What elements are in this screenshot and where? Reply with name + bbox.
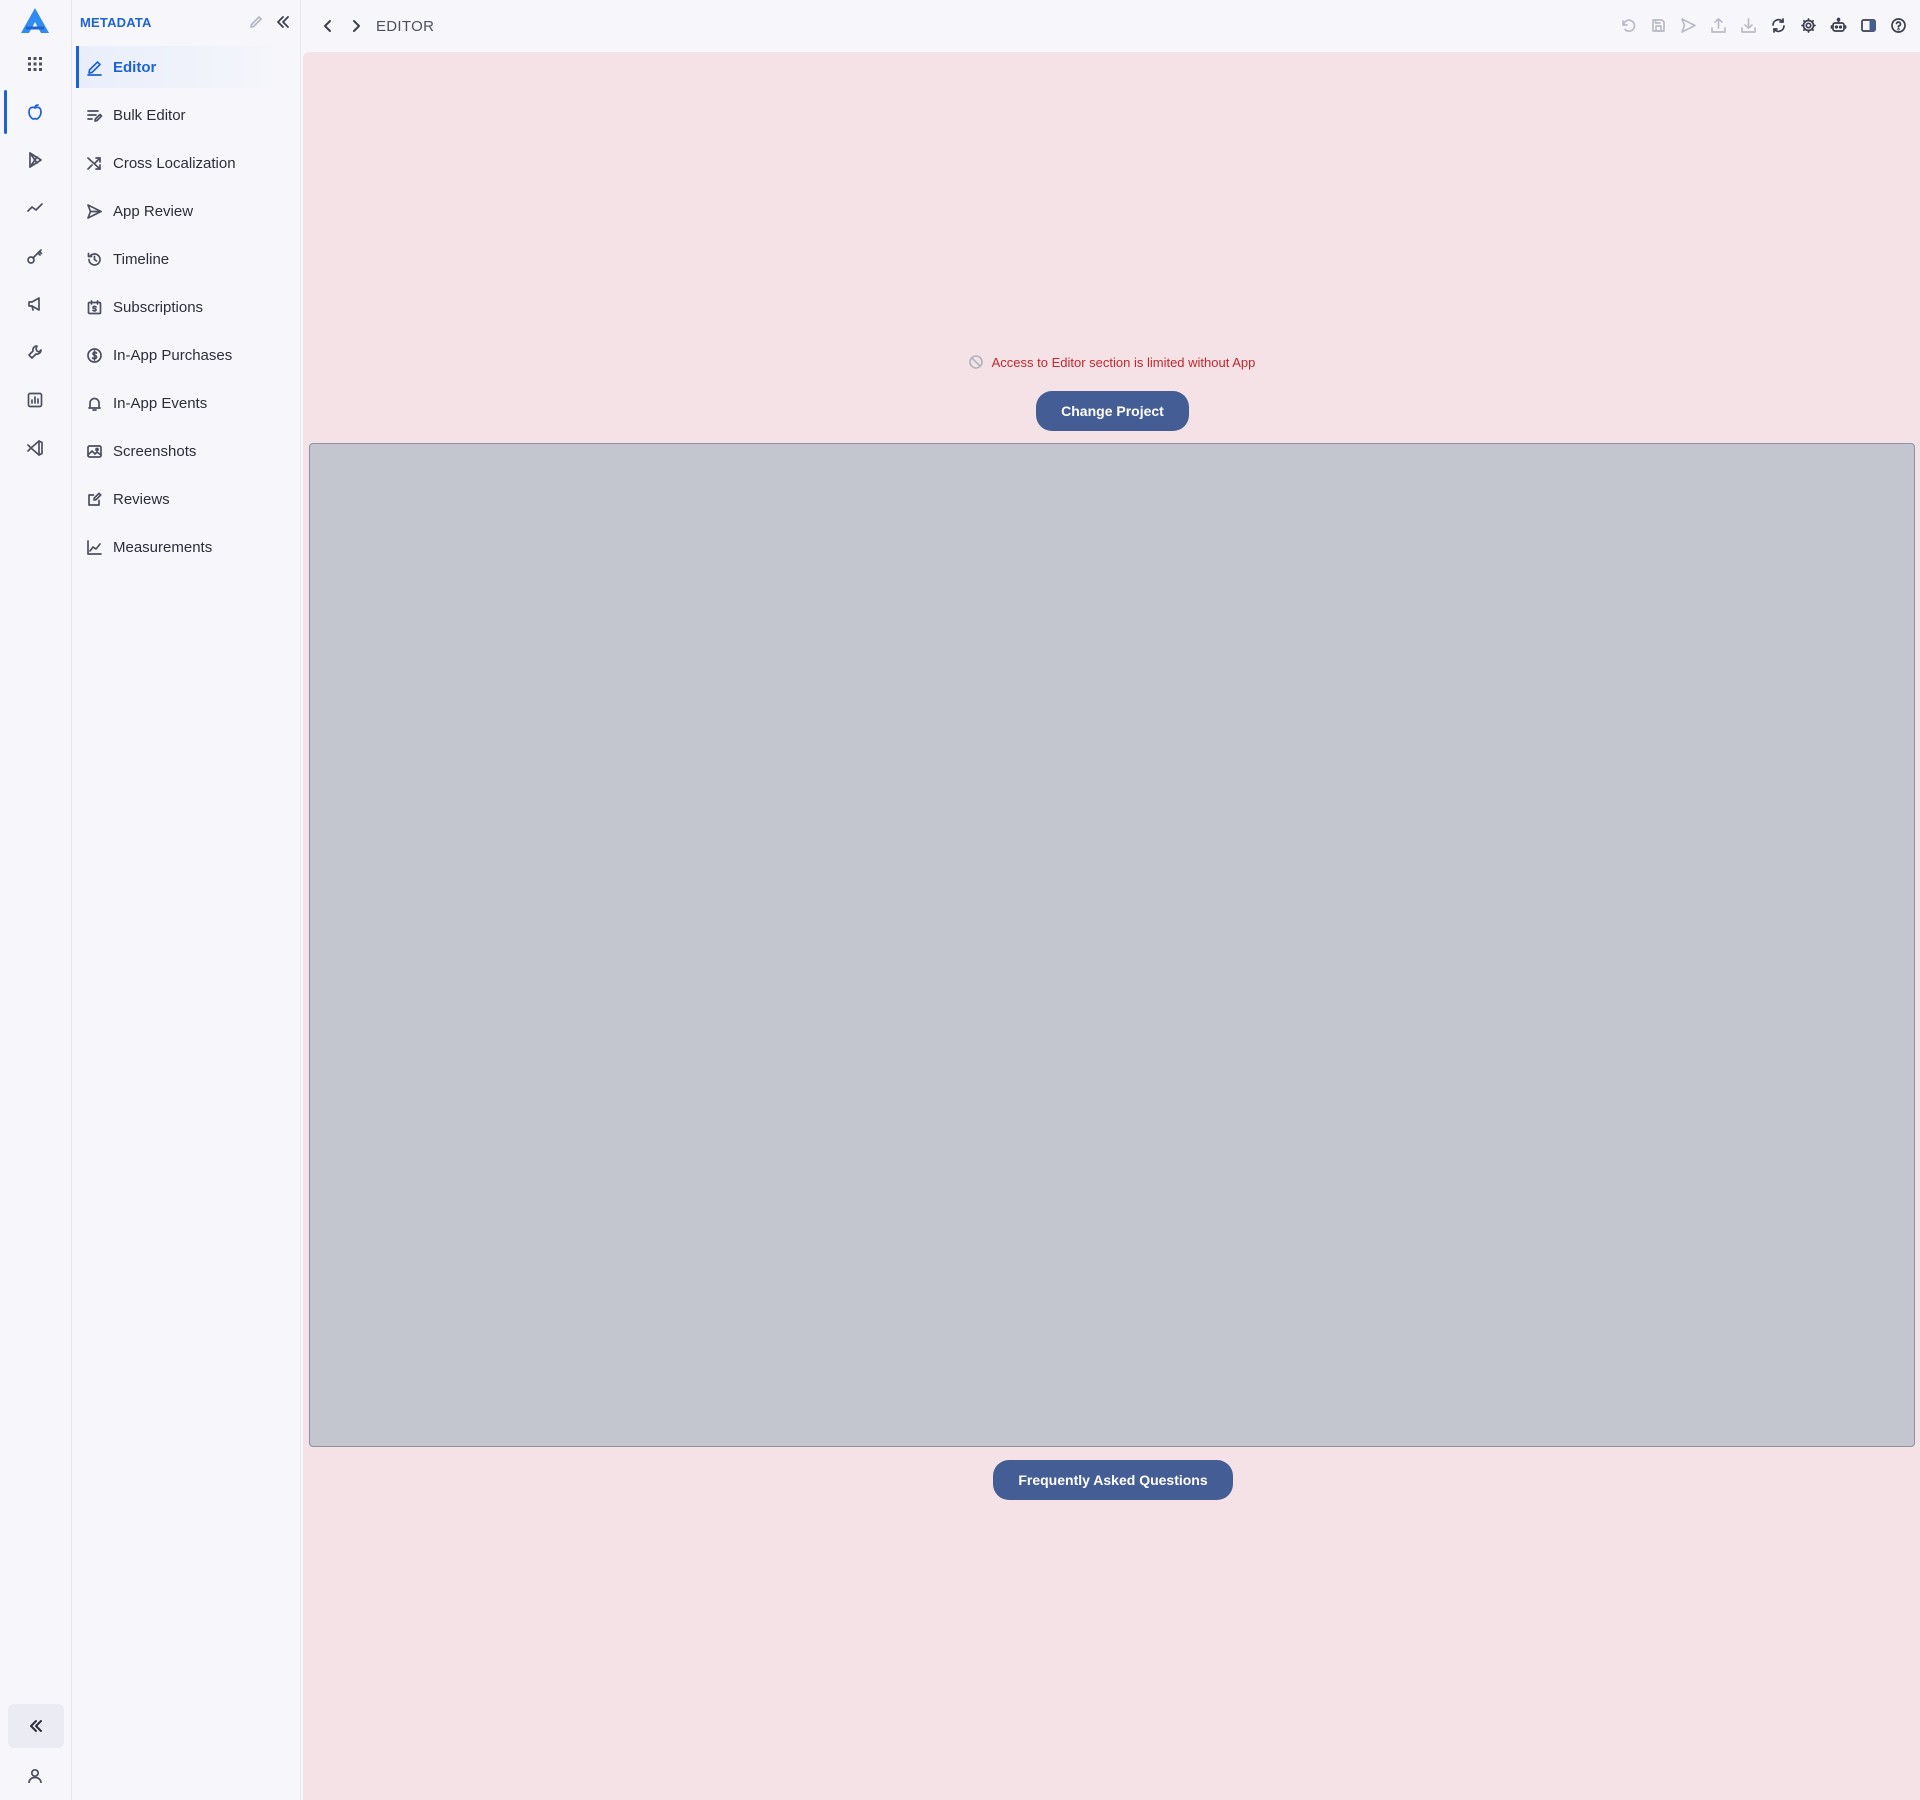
upload-icon[interactable] (1708, 13, 1728, 37)
double-chevron-left-icon (30, 1720, 42, 1732)
sidebar-item-subscriptions[interactable]: Subscriptions (76, 286, 296, 328)
sidebar-item-editor[interactable]: Editor (76, 46, 296, 88)
trend-icon[interactable] (6, 186, 64, 230)
sidebar-nav: Editor Bulk Editor Cross Localization Ap… (76, 46, 296, 574)
robot-icon[interactable] (1828, 13, 1848, 37)
sidebar-item-in-app-events[interactable]: In-App Events (76, 382, 296, 424)
send-icon (86, 203, 103, 220)
back-chevron-icon[interactable] (314, 12, 342, 40)
sidebar-item-label: Screenshots (113, 442, 197, 460)
apps-grid-icon[interactable] (6, 42, 64, 86)
google-play-icon[interactable] (6, 138, 64, 182)
collapse-sidebar-icon[interactable] (274, 13, 292, 31)
sidebar-item-measurements[interactable]: Measurements (76, 526, 296, 568)
app-rail (0, 0, 72, 1800)
sidebar-item-label: In-App Events (113, 394, 208, 412)
vscode-icon[interactable] (6, 426, 64, 470)
breadcrumb: EDITOR (376, 17, 435, 35)
sync-icon[interactable] (1768, 13, 1788, 37)
sidebar-item-label: Editor (113, 58, 157, 76)
faq-button[interactable]: Frequently Asked Questions (993, 1460, 1233, 1500)
access-notice: Access to Editor section is limited with… (303, 354, 1920, 370)
undo-icon[interactable] (1618, 13, 1638, 37)
video-placeholder[interactable] (309, 443, 1915, 1447)
forward-chevron-icon[interactable] (342, 12, 370, 40)
sidebar-item-label: Timeline (113, 250, 170, 268)
toolbar (1618, 13, 1908, 37)
panel-icon[interactable] (1858, 13, 1878, 37)
blocked-icon (968, 355, 983, 369)
sidebar-item-label: Reviews (113, 490, 170, 508)
subscription-icon (86, 299, 103, 316)
external-edit-icon (86, 491, 103, 508)
editor-main: Access to Editor section is limited with… (303, 52, 1920, 1800)
sidebar-item-reviews[interactable]: Reviews (76, 478, 296, 520)
megaphone-icon[interactable] (6, 282, 64, 326)
help-icon[interactable] (1888, 13, 1908, 37)
sidebar-item-bulk-editor[interactable]: Bulk Editor (76, 94, 296, 136)
dollar-circle-icon (86, 347, 103, 364)
pencil-icon (86, 59, 103, 76)
sidebar-item-timeline[interactable]: Timeline (76, 238, 296, 280)
key-icon[interactable] (6, 234, 64, 278)
change-project-button[interactable]: Change Project (1036, 391, 1189, 431)
sidebar-title: METADATA (80, 14, 152, 30)
shuffle-icon (86, 155, 103, 172)
sidebar-item-label: Bulk Editor (113, 106, 186, 124)
sidebar-item-screenshots[interactable]: Screenshots (76, 430, 296, 472)
sidebar-item-label: Measurements (113, 538, 213, 556)
bell-icon (86, 395, 103, 412)
top-bar: EDITOR (302, 0, 1920, 52)
bulk-edit-icon (86, 107, 103, 124)
report-icon[interactable] (6, 378, 64, 422)
sidebar-item-label: In-App Purchases (113, 346, 233, 364)
sidebar-item-app-review[interactable]: App Review (76, 190, 296, 232)
sidebar-header: METADATA (80, 12, 292, 32)
download-icon[interactable] (1738, 13, 1758, 37)
line-chart-icon (86, 539, 103, 556)
collapse-rail-button[interactable] (8, 1704, 64, 1748)
sidebar-item-label: App Review (113, 202, 194, 220)
history-icon (86, 251, 103, 268)
image-icon (86, 443, 103, 460)
save-icon[interactable] (1648, 13, 1668, 37)
pencil-icon[interactable] (248, 14, 264, 30)
access-notice-text: Access to Editor section is limited with… (991, 354, 1256, 370)
settings-icon[interactable] (1798, 13, 1818, 37)
app-logo[interactable] (19, 6, 51, 36)
metadata-sidebar: METADATA Editor Bulk Editor Cross Locali… (72, 0, 301, 1800)
sidebar-item-label: Subscriptions (113, 298, 204, 316)
send-icon[interactable] (1678, 13, 1698, 37)
apple-icon[interactable] (4, 90, 64, 134)
sidebar-item-label: Cross Localization (113, 154, 236, 172)
user-icon[interactable] (6, 1756, 64, 1796)
sidebar-item-cross-localization[interactable]: Cross Localization (76, 142, 296, 184)
sidebar-item-in-app-purchases[interactable]: In-App Purchases (76, 334, 296, 376)
wrench-icon[interactable] (6, 330, 64, 374)
